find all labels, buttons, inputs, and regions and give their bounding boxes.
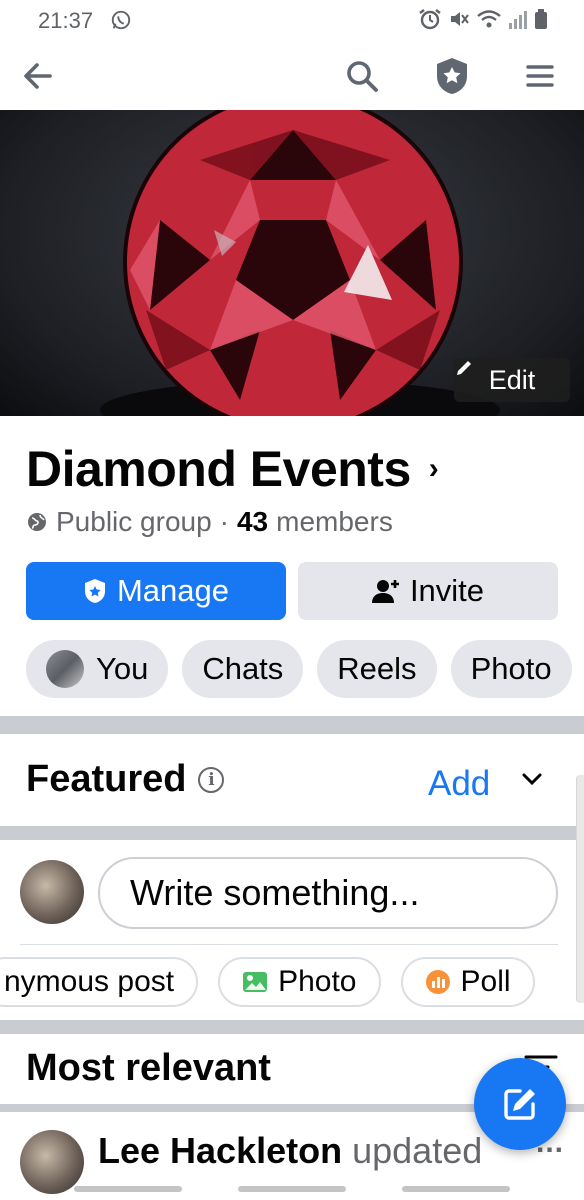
invite-label: Invite bbox=[409, 573, 485, 608]
post-action: updated bbox=[352, 1130, 483, 1171]
group-name[interactable]: Diamond Events › bbox=[26, 440, 439, 498]
avatar[interactable] bbox=[20, 860, 84, 924]
home-indicator[interactable] bbox=[238, 1186, 346, 1192]
photo-chip-label: Photo bbox=[278, 965, 357, 998]
invite-button[interactable]: Invite bbox=[298, 562, 558, 620]
featured-title: Featured bbox=[26, 758, 187, 800]
chevron-down-icon[interactable] bbox=[518, 768, 546, 790]
featured-section-title: Featured i bbox=[26, 758, 225, 801]
nav-bar-segment bbox=[402, 1186, 510, 1192]
status-bar: 21:37 bbox=[0, 0, 584, 40]
wifi-icon bbox=[477, 10, 501, 28]
nav-bar-segment bbox=[74, 1186, 182, 1192]
manage-label: Manage bbox=[116, 573, 230, 608]
tab-reels-label: Reels bbox=[337, 651, 417, 686]
menu-button[interactable] bbox=[518, 54, 562, 98]
group-tabs: You Chats Reels Photo bbox=[26, 640, 572, 698]
members-label: members bbox=[276, 506, 393, 537]
tab-you-label: You bbox=[96, 651, 149, 686]
tab-photos-label: Photo bbox=[470, 651, 552, 686]
edit-cover-label: Edit bbox=[488, 364, 536, 395]
photo-chip[interactable]: Photo bbox=[218, 957, 381, 1007]
edit-cover-button[interactable]: Edit bbox=[454, 358, 570, 402]
compose-button[interactable] bbox=[474, 1058, 566, 1150]
meta-separator: · bbox=[219, 506, 229, 537]
add-person-icon bbox=[371, 580, 399, 603]
top-navigation bbox=[0, 40, 584, 110]
back-button[interactable] bbox=[16, 54, 60, 98]
search-icon bbox=[347, 61, 378, 92]
admin-tools-button[interactable] bbox=[430, 54, 474, 98]
edit-square-icon bbox=[504, 1089, 535, 1120]
alarm-icon bbox=[419, 9, 441, 30]
member-count: 43 bbox=[236, 506, 269, 537]
scrollbar[interactable] bbox=[576, 775, 584, 1003]
signal-icon bbox=[509, 11, 527, 29]
search-button[interactable] bbox=[340, 54, 384, 98]
tab-chats[interactable]: Chats bbox=[182, 640, 304, 698]
status-time: 21:37 bbox=[38, 8, 94, 33]
tab-you[interactable]: You bbox=[26, 640, 169, 698]
anonymous-post-label: nymous post bbox=[4, 965, 175, 998]
group-privacy: Public group bbox=[56, 506, 212, 537]
feed-sort-title[interactable]: Most relevant bbox=[26, 1047, 271, 1090]
group-name-text: Diamond Events bbox=[26, 441, 411, 497]
featured-add-link[interactable]: Add bbox=[428, 764, 490, 804]
composer-placeholder: Write something... bbox=[130, 872, 420, 913]
manage-button[interactable]: Manage bbox=[26, 562, 286, 620]
tab-chats-label: Chats bbox=[202, 651, 284, 686]
hamburger-icon bbox=[526, 65, 554, 87]
chevron-right-icon: › bbox=[428, 452, 439, 485]
post-type-chips: nymous post Photo Poll bbox=[0, 957, 535, 1007]
battery-icon bbox=[535, 9, 547, 29]
mute-icon bbox=[451, 12, 469, 26]
tab-reels[interactable]: Reels bbox=[317, 640, 437, 698]
poll-chip[interactable]: Poll bbox=[400, 957, 535, 1007]
section-divider bbox=[0, 1020, 584, 1034]
poll-chip-label: Poll bbox=[460, 965, 511, 998]
whatsapp-icon bbox=[111, 10, 131, 30]
section-divider bbox=[0, 826, 584, 840]
cover-photo: Edit bbox=[0, 110, 584, 416]
poll-icon bbox=[425, 970, 450, 994]
section-divider bbox=[0, 716, 584, 734]
info-icon[interactable]: i bbox=[198, 766, 225, 793]
avatar[interactable] bbox=[20, 1130, 84, 1194]
photo-icon bbox=[243, 972, 268, 992]
status-icons bbox=[418, 8, 548, 30]
avatar bbox=[46, 650, 84, 688]
write-something-input[interactable]: Write something... bbox=[98, 857, 558, 929]
arrow-left-icon bbox=[24, 63, 52, 89]
shield-star-icon bbox=[437, 58, 467, 94]
shield-star-icon bbox=[84, 579, 105, 603]
group-meta: Public group · 43 members bbox=[26, 506, 393, 538]
post-author-name[interactable]: Lee Hackleton bbox=[98, 1130, 342, 1171]
pencil-icon bbox=[457, 361, 471, 375]
tab-photos[interactable]: Photo bbox=[450, 640, 572, 698]
anonymous-post-chip[interactable]: nymous post bbox=[0, 957, 199, 1007]
globe-icon bbox=[28, 513, 46, 531]
post-header: Lee Hackleton updated bbox=[98, 1130, 482, 1172]
divider bbox=[20, 944, 558, 945]
